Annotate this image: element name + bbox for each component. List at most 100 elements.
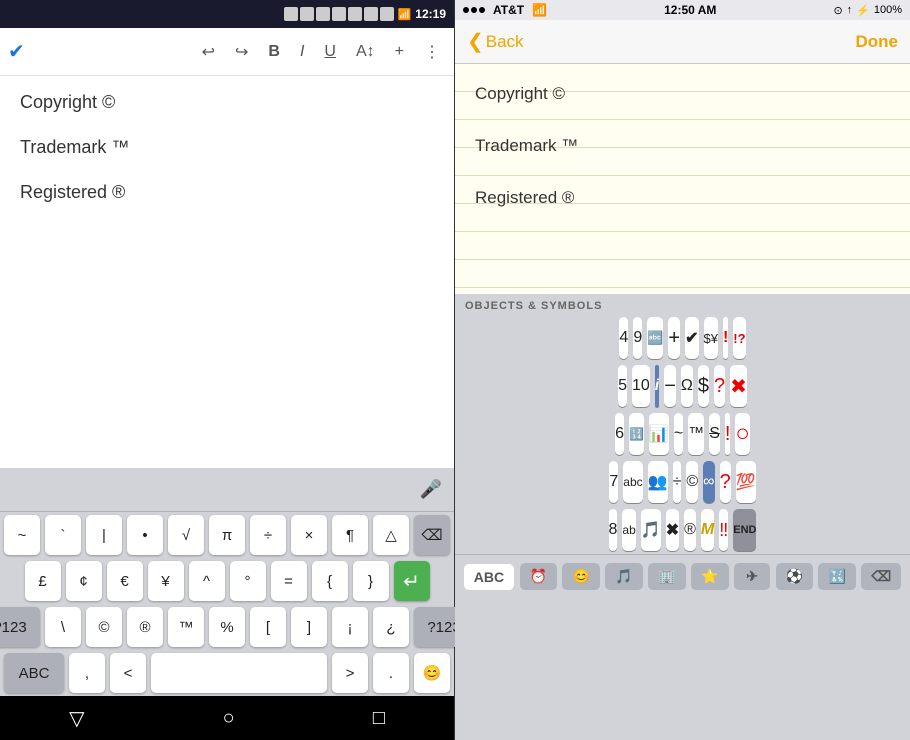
emoji-key-m[interactable]: M <box>701 509 714 551</box>
emoji-key-abcd[interactable]: 🔤 <box>647 317 663 359</box>
emoji-key-chart[interactable]: 📊 <box>649 413 669 455</box>
emoji-key-x-red[interactable]: ✖ <box>730 365 747 407</box>
emoji-key-abc-small[interactable]: abc <box>623 461 642 503</box>
emoji-key-plus[interactable]: + <box>668 317 680 359</box>
emoji-key-registered[interactable]: ® <box>684 509 696 551</box>
key-registered[interactable]: ® <box>127 607 163 647</box>
key-exclamdown[interactable]: ¡ <box>332 607 368 647</box>
key-emoji[interactable]: 😊 <box>414 653 450 693</box>
emoji-key-abcd2[interactable]: ab <box>622 509 635 551</box>
checkmark-button[interactable]: ✔ <box>8 39 25 64</box>
key-trademark[interactable]: ™ <box>168 607 204 647</box>
key-period[interactable]: . <box>373 653 409 693</box>
add-button[interactable]: + <box>389 39 410 65</box>
emoji-key-people[interactable]: 👥 <box>648 461 668 503</box>
emoji-key-copyright[interactable]: © <box>686 461 698 503</box>
nav-back-button[interactable]: ▽ <box>69 706 84 731</box>
emoji-key-1234[interactable]: 🔢 <box>629 413 644 455</box>
bottom-plane-key[interactable]: ✈ <box>734 563 770 590</box>
bottom-sports-key[interactable]: ⚽ <box>776 563 813 590</box>
emoji-key-dblexclaim[interactable]: ‼ <box>719 509 728 551</box>
nav-home-button[interactable]: ○ <box>223 707 235 730</box>
emoji-key-6[interactable]: 6 <box>615 413 624 455</box>
emoji-key-dollar[interactable]: $ <box>698 365 709 407</box>
key-percent[interactable]: % <box>209 607 245 647</box>
key-sqrt[interactable]: √ <box>168 515 204 555</box>
emoji-key-exclaim2[interactable]: ! <box>725 413 731 455</box>
key-divide[interactable]: ÷ <box>250 515 286 555</box>
android-editor[interactable]: Copyright © Trademark ™ Registered ® <box>0 76 454 468</box>
emoji-key-check[interactable]: ✔ <box>685 317 698 359</box>
underline-button[interactable]: U <box>318 39 342 65</box>
key-bullet[interactable]: • <box>127 515 163 555</box>
undo-button[interactable]: ↩ <box>196 38 221 66</box>
key-space[interactable] <box>151 653 327 693</box>
key-caret[interactable]: ^ <box>189 561 225 601</box>
key-lt[interactable]: < <box>110 653 146 693</box>
key-comma[interactable]: , <box>69 653 105 693</box>
key-rbracket[interactable]: ] <box>291 607 327 647</box>
emoji-key-4[interactable]: 4 <box>619 317 628 359</box>
emoji-key-question[interactable]: ? <box>714 365 725 407</box>
key-lbracket[interactable]: [ <box>250 607 286 647</box>
key-questiondown[interactable]: ¿ <box>373 607 409 647</box>
key-copyright[interactable]: © <box>86 607 122 647</box>
bottom-emoji-key[interactable]: 😊 <box>562 563 599 590</box>
bold-button[interactable]: B <box>262 39 286 65</box>
key-yen[interactable]: ¥ <box>148 561 184 601</box>
key-tilde[interactable]: ~ <box>4 515 40 555</box>
bottom-star-key[interactable]: ⭐ <box>691 563 728 590</box>
mic-button[interactable]: 🎤 <box>420 479 442 500</box>
bottom-music-key[interactable]: 🎵 <box>605 563 642 590</box>
emoji-key-8[interactable]: 8 <box>609 509 618 551</box>
emoji-key-exclaim[interactable]: ! <box>723 317 728 359</box>
key-abc[interactable]: ABC <box>4 653 64 693</box>
emoji-key-exclaim-q[interactable]: !? <box>733 317 745 359</box>
emoji-key-dollar-yen[interactable]: $¥ <box>704 317 718 359</box>
key-gt[interactable]: > <box>332 653 368 693</box>
emoji-key-wavy[interactable]: ~ <box>674 413 683 455</box>
key-backspace[interactable]: ⌫ <box>414 515 450 555</box>
bottom-clock-key[interactable]: ⏰ <box>520 563 557 590</box>
ios-back-button[interactable]: ❮ Back <box>467 29 524 54</box>
key-pound[interactable]: £ <box>25 561 61 601</box>
bottom-abc-key[interactable]: ABC <box>464 564 514 590</box>
android-keyboard[interactable]: 🎤 ~ ` | • √ π ÷ × ¶ △ ⌫ £ ¢ € ¥ ^ ° = { … <box>0 468 454 696</box>
key-enter[interactable]: ↵ <box>394 561 430 601</box>
emoji-key-tm[interactable]: ™ <box>688 413 704 455</box>
emoji-key-infinity[interactable]: ∞ <box>703 461 714 503</box>
key-euro[interactable]: € <box>107 561 143 601</box>
emoji-key-5[interactable]: 5 <box>618 365 627 407</box>
emoji-key-end[interactable]: END <box>733 509 756 551</box>
key-123-left[interactable]: ?123 <box>0 607 40 647</box>
emoji-key-strike[interactable]: S <box>709 413 720 455</box>
more-button[interactable]: ⋮ <box>418 38 446 66</box>
key-pipe[interactable]: | <box>86 515 122 555</box>
emoji-key-omega[interactable]: Ω <box>681 365 693 407</box>
key-cent[interactable]: ¢ <box>66 561 102 601</box>
redo-button[interactable]: ↪ <box>229 38 254 66</box>
key-lbrace[interactable]: { <box>312 561 348 601</box>
bottom-delete-key[interactable]: ⌫ <box>861 563 901 590</box>
ios-notes-content[interactable]: Copyright © Trademark ™ Registered ® <box>455 64 910 294</box>
emoji-key-info[interactable]: i <box>655 365 659 407</box>
emoji-key-100[interactable]: 💯 <box>736 461 756 503</box>
key-pi[interactable]: π <box>209 515 245 555</box>
italic-button[interactable]: I <box>294 39 310 65</box>
bottom-symbols-key[interactable]: 🔣 <box>818 563 855 590</box>
key-pilcrow[interactable]: ¶ <box>332 515 368 555</box>
key-backtick[interactable]: ` <box>45 515 81 555</box>
emoji-key-10[interactable]: 10 <box>632 365 650 407</box>
bottom-building-key[interactable]: 🏢 <box>648 563 685 590</box>
emoji-key-x[interactable]: ✖ <box>666 509 679 551</box>
key-rbrace[interactable]: } <box>353 561 389 601</box>
ios-done-button[interactable]: Done <box>856 32 899 52</box>
emoji-key-minus[interactable]: − <box>664 365 676 407</box>
key-equals[interactable]: = <box>271 561 307 601</box>
emoji-key-div[interactable]: ÷ <box>673 461 682 503</box>
key-times[interactable]: × <box>291 515 327 555</box>
nav-recent-button[interactable]: □ <box>373 707 385 730</box>
emoji-key-music[interactable]: 🎵 <box>641 509 661 551</box>
key-backslash[interactable]: \ <box>45 607 81 647</box>
emoji-key-9[interactable]: 9 <box>633 317 642 359</box>
